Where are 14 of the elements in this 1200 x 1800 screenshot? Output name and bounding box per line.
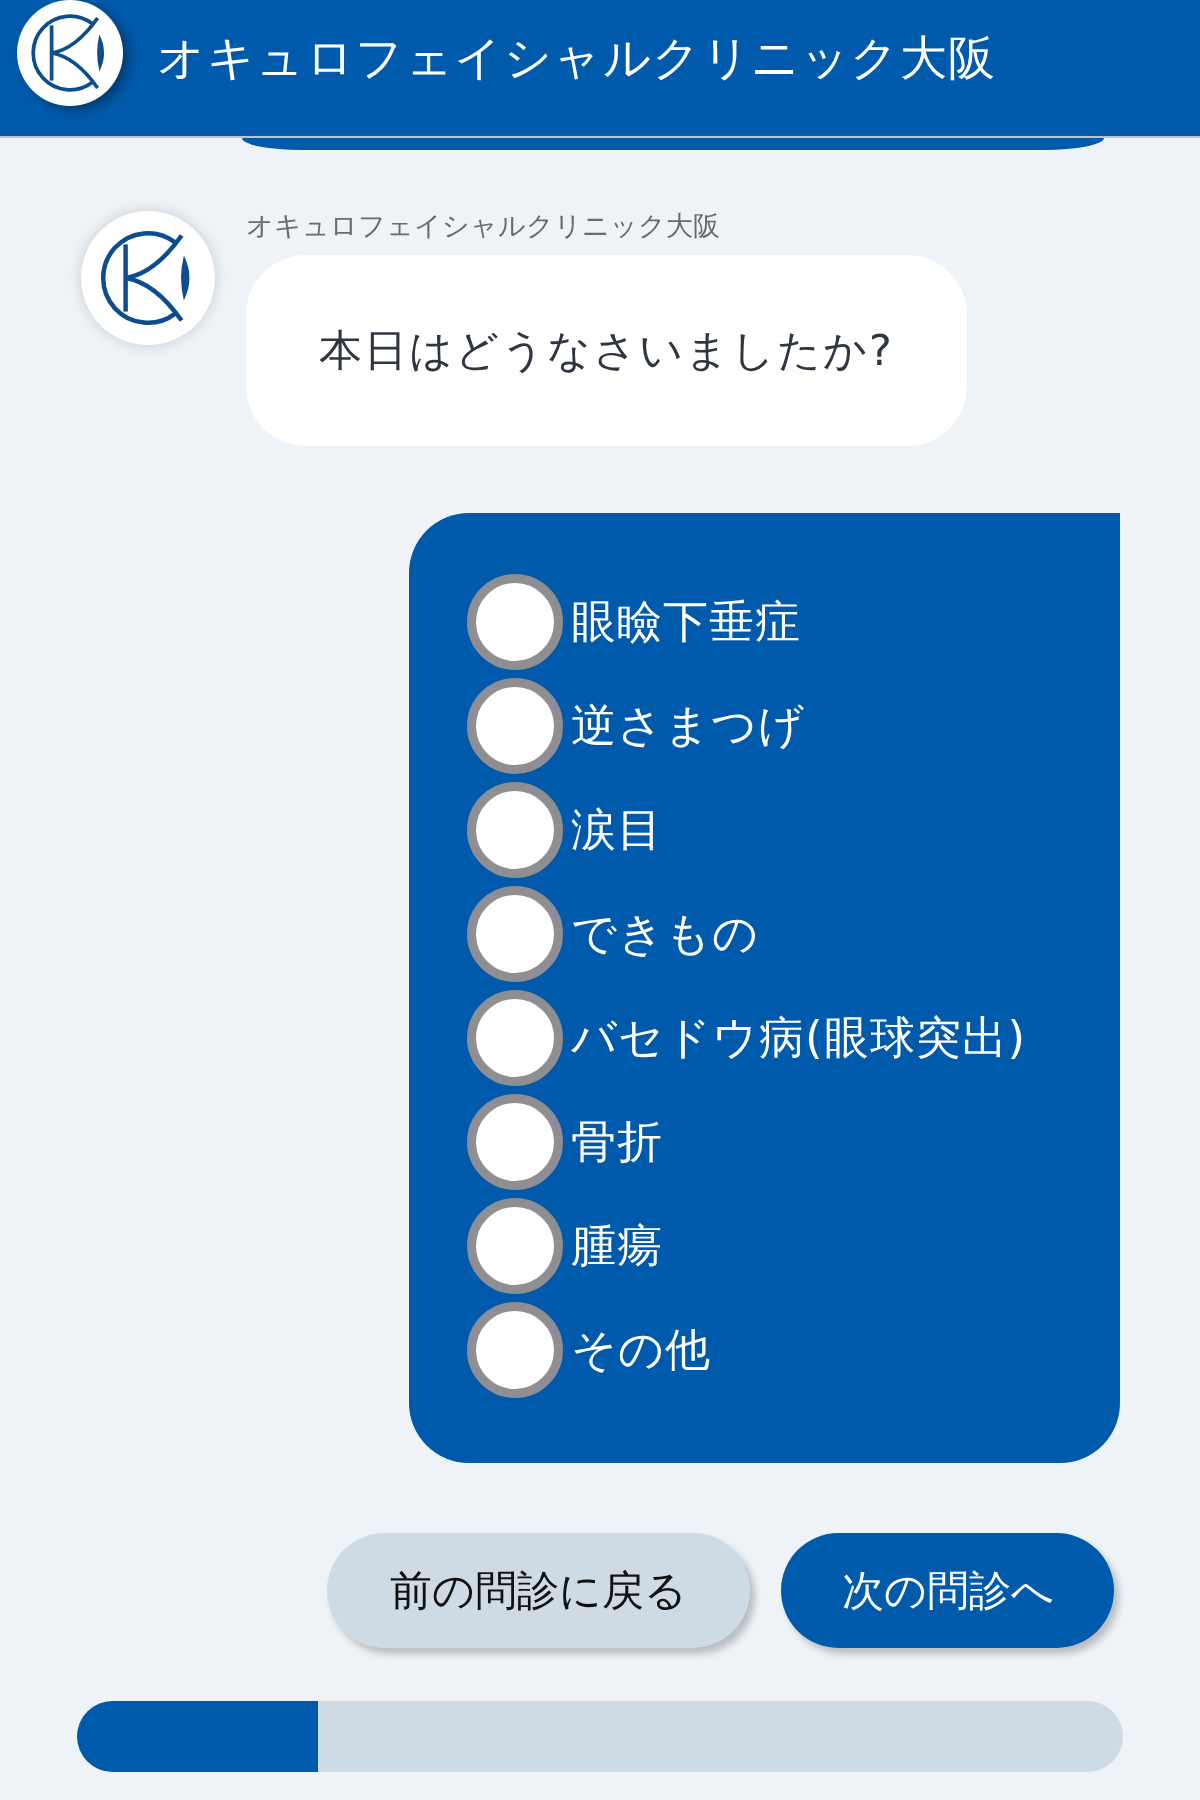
back-button[interactable]: 前の問診に戻る	[327, 1533, 750, 1648]
option-label[interactable]: できもの	[571, 904, 759, 964]
option-label[interactable]: 眼瞼下垂症	[571, 592, 801, 652]
next-button[interactable]: 次の問診へ	[781, 1533, 1114, 1648]
clinic-logo-icon	[17, 0, 123, 106]
option-label[interactable]: バセドウ病(眼球突出)	[571, 1008, 1027, 1068]
option-label[interactable]: 逆さまつげ	[571, 696, 805, 756]
header-title: オキュロフェイシャルクリニック大阪	[157, 30, 997, 86]
option-label[interactable]: 腫瘍	[571, 1216, 663, 1276]
option-label[interactable]: 涙目	[571, 800, 663, 860]
option-label[interactable]: その他	[571, 1320, 711, 1380]
message-bubble: 本日はどうなさいましたか?	[246, 255, 967, 446]
option-label[interactable]: 骨折	[571, 1112, 663, 1172]
sender-name: オキュロフェイシャルクリニック大阪	[246, 211, 720, 241]
